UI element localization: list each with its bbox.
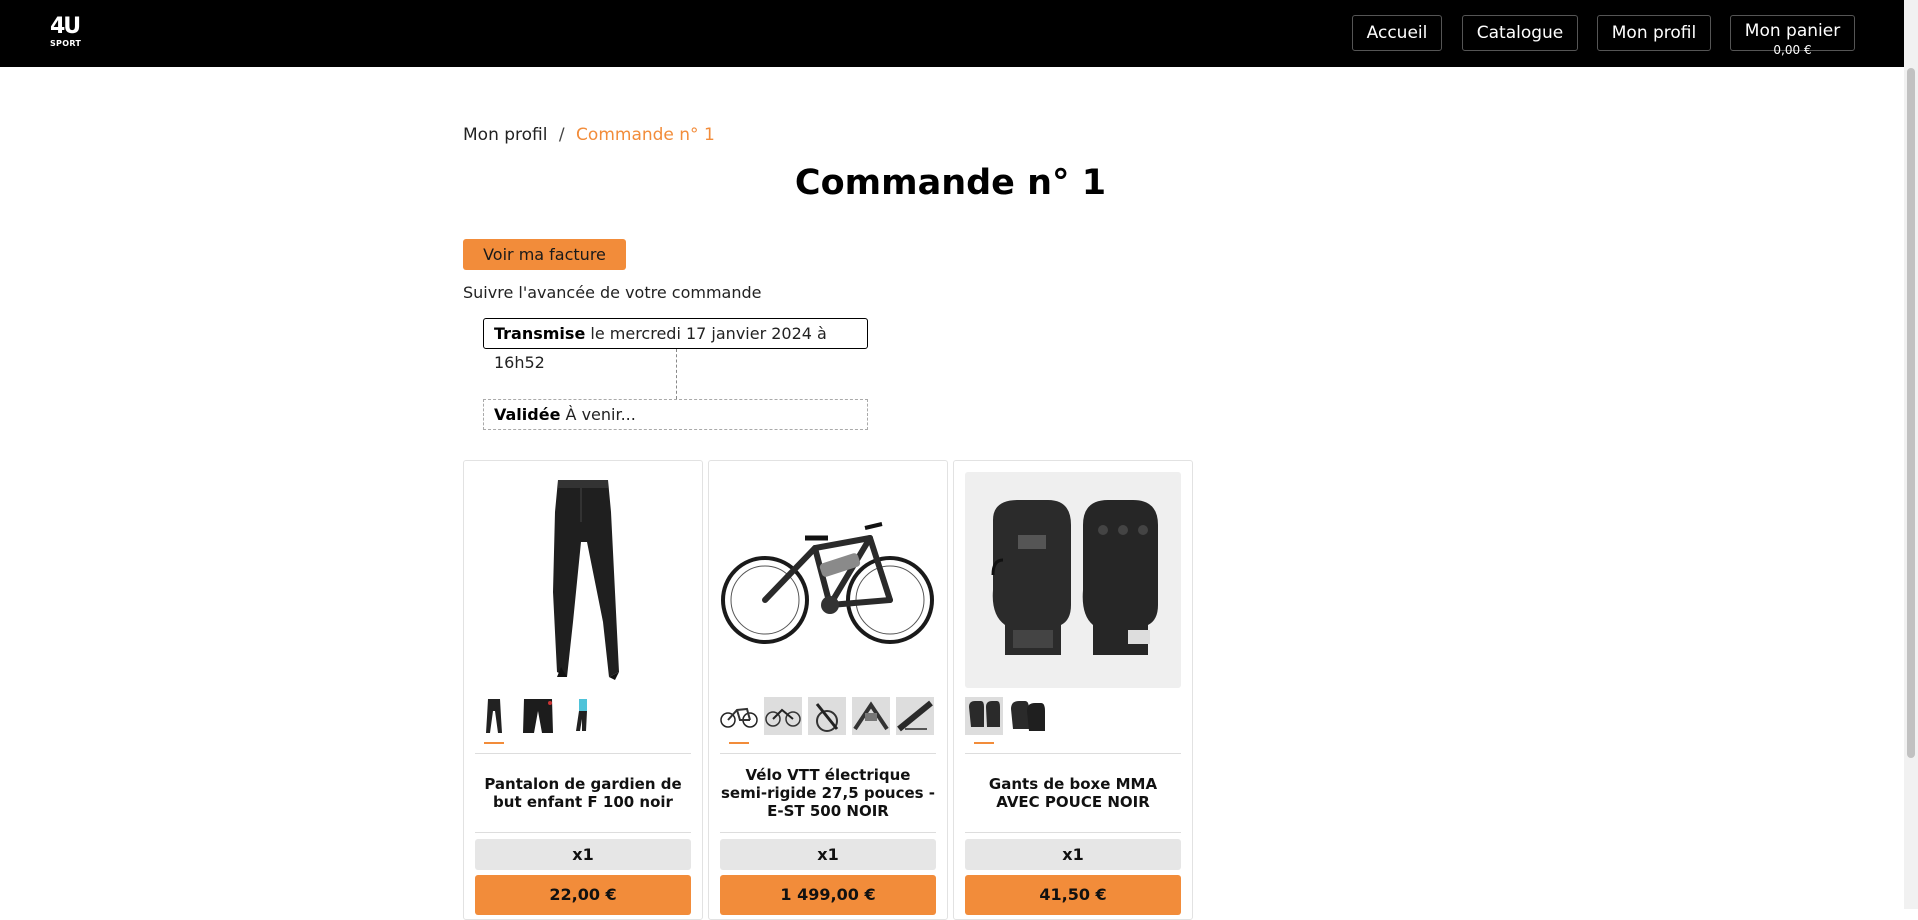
thumbnail[interactable] bbox=[808, 697, 846, 735]
tracking-connector bbox=[676, 349, 677, 399]
thumbnail[interactable] bbox=[519, 697, 557, 735]
cart-amount: 0,00 € bbox=[1773, 43, 1812, 57]
product-card: Gants de boxe MMA AVEC POUCE NOIR x1 41,… bbox=[953, 460, 1193, 920]
card-divider bbox=[720, 832, 936, 833]
product-image-pants[interactable] bbox=[475, 472, 691, 688]
thumbnail[interactable] bbox=[852, 697, 890, 735]
product-price: 22,00 € bbox=[475, 875, 691, 915]
page-scrollbar[interactable] bbox=[1904, 0, 1918, 909]
product-image-gloves[interactable] bbox=[965, 472, 1181, 688]
tracking-step-transmitted: Transmise le mercredi 17 janvier 2024 à … bbox=[483, 318, 868, 372]
scrollbar-thumb[interactable] bbox=[1907, 68, 1915, 758]
product-card: Vélo VTT électrique semi-rigide 27,5 pou… bbox=[708, 460, 948, 920]
nav-cart-button[interactable]: Mon panier 0,00 € bbox=[1730, 15, 1855, 57]
nav-profile-button[interactable]: Mon profil bbox=[1597, 15, 1711, 51]
breadcrumb-current: Commande n° 1 bbox=[576, 125, 715, 145]
thumbnail[interactable] bbox=[720, 697, 758, 744]
thumbnail[interactable] bbox=[1009, 697, 1047, 735]
product-thumbnails bbox=[965, 697, 1183, 747]
product-card: Pantalon de gardien de but enfant F 100 … bbox=[463, 460, 703, 920]
product-name: Vélo VTT électrique semi-rigide 27,5 pou… bbox=[720, 766, 936, 820]
product-thumbnails bbox=[720, 697, 938, 747]
product-thumbnails bbox=[475, 697, 693, 747]
card-divider bbox=[475, 832, 691, 833]
thumbnail[interactable] bbox=[475, 697, 513, 744]
product-price: 41,50 € bbox=[965, 875, 1181, 915]
site-logo[interactable]: 4U SPORT bbox=[50, 16, 84, 50]
top-navbar: 4U SPORT Accueil Catalogue Mon profil Mo… bbox=[0, 0, 1918, 67]
product-price: 1 499,00 € bbox=[720, 875, 936, 915]
thumbnail[interactable] bbox=[563, 697, 601, 735]
card-divider bbox=[965, 832, 1181, 833]
product-name: Pantalon de gardien de but enfant F 100 … bbox=[484, 775, 682, 811]
product-quantity: x1 bbox=[720, 839, 936, 870]
thumbnail[interactable] bbox=[965, 697, 1003, 744]
view-invoice-button[interactable]: Voir ma facture bbox=[463, 239, 626, 270]
product-name: Gants de boxe MMA AVEC POUCE NOIR bbox=[988, 775, 1158, 811]
nav-catalog-button[interactable]: Catalogue bbox=[1462, 15, 1578, 51]
page-title: Commande n° 1 bbox=[794, 163, 1107, 203]
tracking-intro: Suivre l'avancée de votre commande bbox=[463, 283, 762, 302]
product-quantity: x1 bbox=[965, 839, 1181, 870]
product-image-bike[interactable] bbox=[720, 472, 936, 688]
tracking-step-validated: Validée À venir... bbox=[483, 399, 868, 430]
breadcrumb-separator: / bbox=[558, 125, 565, 145]
thumbnail[interactable] bbox=[764, 697, 802, 735]
thumbnail[interactable] bbox=[896, 697, 934, 735]
breadcrumb: Mon profil / Commande n° 1 bbox=[463, 125, 715, 145]
product-quantity: x1 bbox=[475, 839, 691, 870]
nav-home-button[interactable]: Accueil bbox=[1352, 15, 1442, 51]
breadcrumb-profile-link[interactable]: Mon profil bbox=[463, 125, 548, 145]
